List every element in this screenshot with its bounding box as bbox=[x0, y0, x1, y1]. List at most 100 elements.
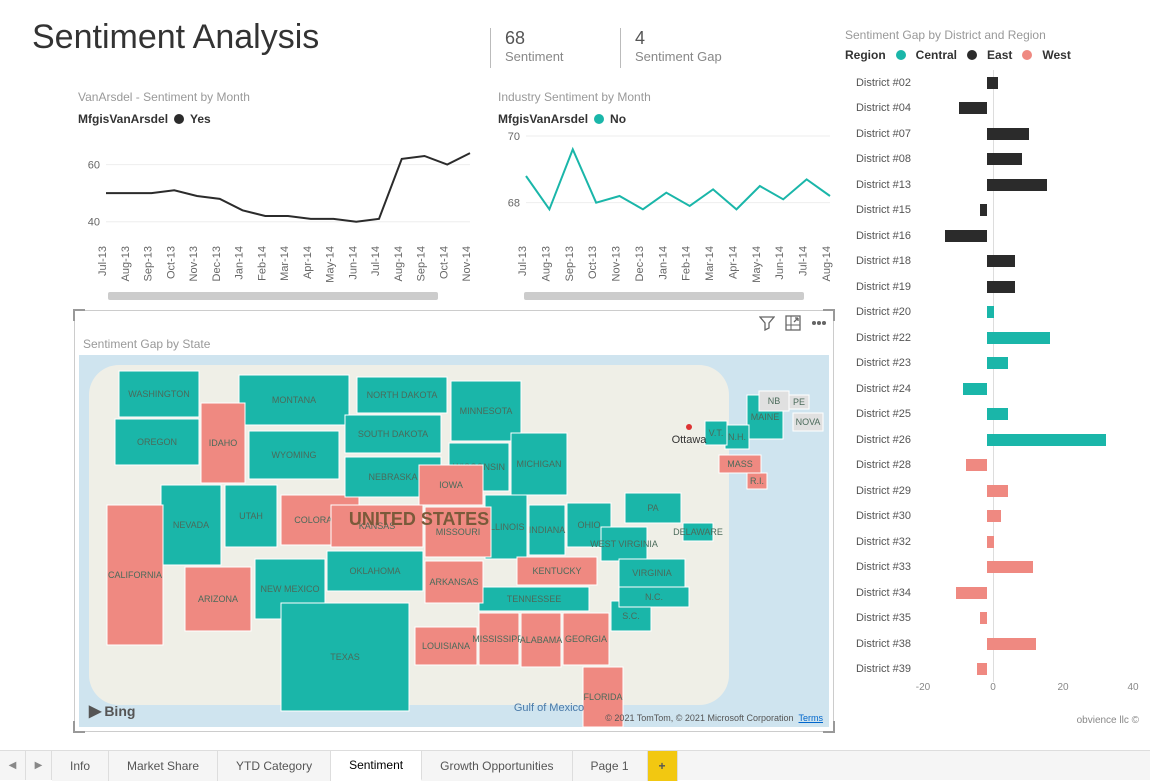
svg-text:OHIO: OHIO bbox=[577, 520, 600, 530]
svg-text:Nov-13: Nov-13 bbox=[188, 246, 200, 281]
svg-text:Gulf of Mexico: Gulf of Mexico bbox=[514, 702, 584, 714]
district-row[interactable]: District #29 bbox=[845, 478, 1145, 504]
chart-title: Sentiment Gap by District and Region bbox=[845, 28, 1145, 42]
chart-title: VanArsdel - Sentiment by Month bbox=[78, 90, 474, 104]
svg-text:ILLINOIS: ILLINOIS bbox=[487, 522, 524, 532]
district-row[interactable]: District #22 bbox=[845, 325, 1145, 351]
chart-industry-sentiment[interactable]: Industry Sentiment by Month MfgisVanArsd… bbox=[498, 90, 834, 300]
svg-text:May-14: May-14 bbox=[325, 246, 337, 283]
svg-text:DELAWARE: DELAWARE bbox=[673, 527, 723, 537]
district-row[interactable]: District #35 bbox=[845, 606, 1145, 632]
district-bar bbox=[987, 510, 1001, 522]
district-label: District #38 bbox=[845, 638, 917, 650]
tab-growth-opportunities[interactable]: Growth Opportunities bbox=[422, 751, 572, 781]
svg-text:Oct-14: Oct-14 bbox=[438, 246, 450, 279]
svg-text:Apr-14: Apr-14 bbox=[727, 246, 739, 279]
district-row[interactable]: District #33 bbox=[845, 555, 1145, 581]
district-row[interactable]: District #13 bbox=[845, 172, 1145, 198]
svg-text:Feb-14: Feb-14 bbox=[256, 246, 268, 281]
chart-scrollbar[interactable] bbox=[524, 292, 804, 300]
svg-text:INDIANA: INDIANA bbox=[529, 525, 566, 535]
svg-text:KENTUCKY: KENTUCKY bbox=[532, 566, 581, 576]
svg-text:WASHINGTON: WASHINGTON bbox=[128, 389, 190, 399]
tab-market-share[interactable]: Market Share bbox=[109, 751, 218, 781]
svg-text:Feb-14: Feb-14 bbox=[681, 246, 693, 281]
tab-info[interactable]: Info bbox=[52, 751, 109, 781]
district-row[interactable]: District #25 bbox=[845, 402, 1145, 428]
svg-text:Mar-14: Mar-14 bbox=[704, 246, 716, 281]
district-row[interactable]: District #08 bbox=[845, 147, 1145, 173]
district-row[interactable]: District #30 bbox=[845, 504, 1145, 530]
district-row[interactable]: District #19 bbox=[845, 274, 1145, 300]
district-bar bbox=[959, 102, 987, 114]
district-row[interactable]: District #20 bbox=[845, 300, 1145, 326]
district-label: District #34 bbox=[845, 587, 917, 599]
svg-text:60: 60 bbox=[88, 160, 100, 172]
svg-text:Aug-14: Aug-14 bbox=[393, 246, 405, 281]
chart-scrollbar[interactable] bbox=[108, 292, 438, 300]
kpi-value: 4 bbox=[635, 28, 722, 49]
svg-text:V.T.: V.T. bbox=[709, 428, 724, 438]
swatch-teal bbox=[594, 114, 604, 124]
district-row[interactable]: District #23 bbox=[845, 351, 1145, 377]
district-row[interactable]: District #02 bbox=[845, 70, 1145, 96]
district-row[interactable]: District #38 bbox=[845, 631, 1145, 657]
district-row[interactable]: District #16 bbox=[845, 223, 1145, 249]
page-tab-strip: ◀ ▶ InfoMarket ShareYTD CategorySentimen… bbox=[0, 750, 1150, 780]
district-row[interactable]: District #18 bbox=[845, 249, 1145, 275]
district-bar bbox=[987, 357, 1008, 369]
tab-page-1[interactable]: Page 1 bbox=[573, 751, 648, 781]
chart-title: Industry Sentiment by Month bbox=[498, 90, 834, 104]
svg-text:UNITED STATES: UNITED STATES bbox=[349, 509, 489, 529]
district-bar bbox=[987, 255, 1015, 267]
district-row[interactable]: District #04 bbox=[845, 96, 1145, 122]
bing-logo: ▶Bing bbox=[89, 701, 135, 721]
svg-text:NEBRASKA: NEBRASKA bbox=[368, 472, 417, 482]
svg-text:NORTH DAKOTA: NORTH DAKOTA bbox=[367, 390, 438, 400]
line-chart-svg: 6870Jul-13Aug-13Sep-13Oct-13Nov-13Dec-13… bbox=[498, 132, 834, 292]
svg-text:R.I.: R.I. bbox=[750, 476, 764, 486]
district-label: District #26 bbox=[845, 434, 917, 446]
svg-text:May-14: May-14 bbox=[751, 246, 763, 283]
district-row[interactable]: District #32 bbox=[845, 529, 1145, 555]
more-options-icon[interactable] bbox=[811, 315, 827, 331]
tab-sentiment[interactable]: Sentiment bbox=[331, 751, 422, 781]
svg-text:N.C.: N.C. bbox=[645, 592, 663, 602]
tab-next-button[interactable]: ▶ bbox=[26, 751, 52, 780]
chart-sentiment-gap-district[interactable]: Sentiment Gap by District and Region Reg… bbox=[845, 28, 1145, 728]
map-sentiment-gap-state[interactable]: Sentiment Gap by State WASHINGTONMONTANA… bbox=[74, 310, 834, 732]
filter-icon[interactable] bbox=[759, 315, 775, 331]
tab-prev-button[interactable]: ◀ bbox=[0, 751, 26, 780]
svg-text:Aug-13: Aug-13 bbox=[540, 246, 552, 281]
tab-ytd-category[interactable]: YTD Category bbox=[218, 751, 331, 781]
svg-text:ARIZONA: ARIZONA bbox=[198, 594, 238, 604]
district-bar bbox=[956, 587, 988, 599]
chart-vanarsdel-sentiment[interactable]: VanArsdel - Sentiment by Month MfgisVanA… bbox=[78, 90, 474, 300]
kpi-label: Sentiment Gap bbox=[635, 49, 722, 64]
tab-add-button[interactable]: + bbox=[648, 751, 678, 781]
svg-text:VIRGINIA: VIRGINIA bbox=[632, 568, 672, 578]
district-row[interactable]: District #24 bbox=[845, 376, 1145, 402]
svg-text:MONTANA: MONTANA bbox=[272, 395, 316, 405]
district-row[interactable]: District #34 bbox=[845, 580, 1145, 606]
svg-text:Aug-14: Aug-14 bbox=[821, 246, 833, 281]
focus-mode-icon[interactable] bbox=[785, 315, 801, 331]
svg-text:Dec-13: Dec-13 bbox=[211, 246, 223, 281]
district-row[interactable]: District #39 bbox=[845, 657, 1145, 683]
district-label: District #19 bbox=[845, 281, 917, 293]
svg-text:Mar-14: Mar-14 bbox=[279, 246, 291, 281]
district-bar bbox=[987, 561, 1033, 573]
svg-text:Jul-13: Jul-13 bbox=[97, 246, 109, 276]
map-canvas[interactable]: WASHINGTONMONTANANORTH DAKOTAMINNESOTAOR… bbox=[79, 355, 829, 727]
svg-text:68: 68 bbox=[508, 198, 520, 210]
kpi-sentiment-gap: 4 Sentiment Gap bbox=[620, 28, 722, 68]
svg-text:N.H.: N.H. bbox=[728, 432, 746, 442]
district-row[interactable]: District #26 bbox=[845, 427, 1145, 453]
svg-text:40: 40 bbox=[88, 217, 100, 229]
svg-text:Jan-14: Jan-14 bbox=[234, 246, 246, 280]
district-label: District #18 bbox=[845, 255, 917, 267]
district-row[interactable]: District #07 bbox=[845, 121, 1145, 147]
terms-link[interactable]: Terms bbox=[799, 713, 824, 723]
district-row[interactable]: District #15 bbox=[845, 198, 1145, 224]
district-row[interactable]: District #28 bbox=[845, 453, 1145, 479]
